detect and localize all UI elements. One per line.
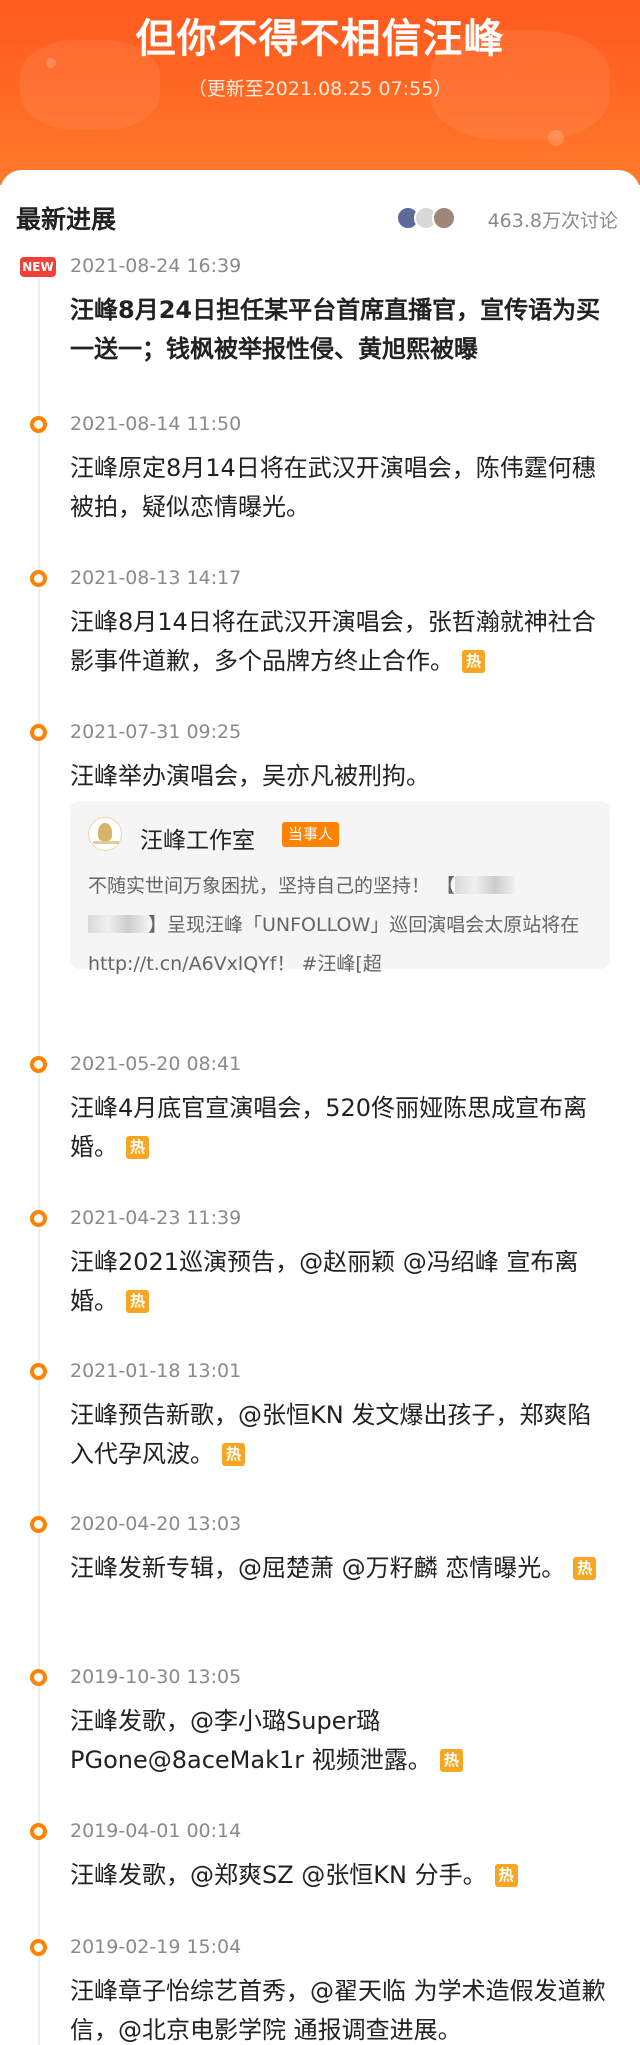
timeline-dot-icon — [30, 724, 47, 741]
hot-badge-icon: 热 — [494, 1864, 518, 1887]
hot-badge-icon: 热 — [573, 1557, 597, 1580]
quoted-post[interactable]: 汪峰工作室 当事人 不随实世间万象困扰，坚持自己的坚持！ 【 】呈现汪峰「UNF… — [70, 801, 610, 975]
item-text[interactable]: 汪峰预告新歌，@张恒KN 发文爆出孩子，郑爽陷入代孕风波。热 — [70, 1396, 610, 1474]
timeline-dot-icon — [30, 1939, 47, 1956]
item-text[interactable]: 汪峰原定8月14日将在武汉开演唱会，陈伟霆何穗被拍，疑似恋情曝光。 — [70, 449, 610, 527]
timeline-dot-icon — [30, 1210, 47, 1227]
map-marker-icon — [548, 130, 564, 146]
timeline-dot-icon — [30, 1516, 47, 1533]
item-text[interactable]: 汪峰举办演唱会，吴亦凡被刑拘。 — [70, 757, 610, 796]
logo-mark — [98, 823, 112, 841]
timeline-dot-icon — [30, 1823, 47, 1840]
quote-author[interactable]: 汪峰工作室 — [140, 821, 255, 855]
hot-badge-icon: 热 — [126, 1290, 149, 1313]
item-text[interactable]: 汪峰章子怡综艺首秀，@翟天临 为学术造假发道歉信，@北京电影学院 通报调查进展。 — [70, 1972, 610, 2045]
item-time: 2019-02-19 15:04 — [70, 1936, 242, 1958]
logo-text — [93, 841, 119, 844]
topic-title: 但你不得不相信汪峰 — [135, 16, 505, 62]
item-time: 2021-05-20 08:41 — [70, 1053, 242, 1075]
studio-logo-icon — [88, 817, 122, 851]
item-time: 2021-08-24 16:39 — [70, 255, 242, 277]
progress-card: 最新进展 463.8万次讨论 NEW 2021-08-24 16:39 汪峰8月… — [0, 170, 640, 2045]
update-time: （更新至2021.08.25 07:55） — [187, 78, 453, 100]
timeline-dot-icon — [30, 570, 47, 587]
discussion-count: 463.8万次讨论 — [487, 210, 618, 232]
section-title: 最新进展 — [16, 205, 117, 234]
item-text[interactable]: 汪峰发歌，@郑爽SZ @张恒KN 分手。热 — [70, 1856, 610, 1895]
hot-badge-icon: 热 — [222, 1443, 245, 1466]
participant-avatars[interactable] — [396, 206, 462, 232]
item-time: 2019-10-30 13:05 — [70, 1666, 242, 1688]
item-time: 2021-08-14 11:50 — [70, 413, 242, 435]
avatar — [432, 206, 456, 230]
item-time: 2021-01-18 13:01 — [70, 1360, 242, 1382]
item-time: 2021-07-31 09:25 — [70, 721, 242, 743]
item-text[interactable]: 汪峰发新专辑，@屈楚萧 @万籽麟 恋情曝光。热 — [70, 1549, 610, 1588]
quote-line: 不随实世间万象困扰，坚持自己的坚持！ 【 — [88, 875, 456, 897]
new-badge: NEW — [20, 257, 56, 277]
party-tag: 当事人 — [282, 822, 340, 847]
timeline-dot-icon — [30, 1363, 47, 1380]
hot-badge-icon: 热 — [462, 650, 485, 673]
timeline-dot-icon — [30, 1669, 47, 1686]
topic-header: 但你不得不相信汪峰 （更新至2021.08.25 07:55） — [0, 0, 640, 185]
item-text[interactable]: 汪峰发歌，@李小璐Super璐 PGone@8aceMak1r 视频泄露。热 — [70, 1702, 610, 1780]
timeline-line — [38, 278, 40, 2045]
item-text[interactable]: 汪峰2021巡演预告，@赵丽颖 @冯绍峰 宣布离婚。热 — [70, 1243, 610, 1321]
blurred-text — [455, 876, 516, 894]
quote-body[interactable]: 不随实世间万象困扰，坚持自己的坚持！ 【 】呈现汪峰「UNFOLLOW」巡回演唱… — [88, 867, 593, 984]
item-time: 2021-04-23 11:39 — [70, 1207, 242, 1229]
blurred-text — [88, 915, 148, 933]
timeline-dot-icon — [30, 416, 47, 433]
item-text[interactable]: 汪峰8月14日将在武汉开演唱会，张哲瀚就神社合影事件道歉，多个品牌方终止合作。热 — [70, 603, 610, 681]
item-time: 2019-04-01 00:14 — [70, 1820, 242, 1842]
item-time: 2020-04-20 13:03 — [70, 1513, 242, 1535]
hot-badge-icon: 热 — [439, 1749, 463, 1772]
hot-badge-icon: 热 — [126, 1136, 149, 1159]
quote-line: 】呈现汪峰「UNFOLLOW」巡回演唱会太原站将在http://t.cn/A6V… — [88, 914, 580, 975]
item-text[interactable]: 汪峰4月底官宣演唱会，520佟丽娅陈思成宣布离婚。热 — [70, 1089, 610, 1167]
item-text[interactable]: 汪峰8月24日担任某平台首席直播官，宣传语为买一送一；钱枫被举报性侵、黄旭熙被曝 — [70, 291, 610, 369]
item-time: 2021-08-13 14:17 — [70, 567, 242, 589]
timeline-dot-icon — [30, 1056, 47, 1073]
